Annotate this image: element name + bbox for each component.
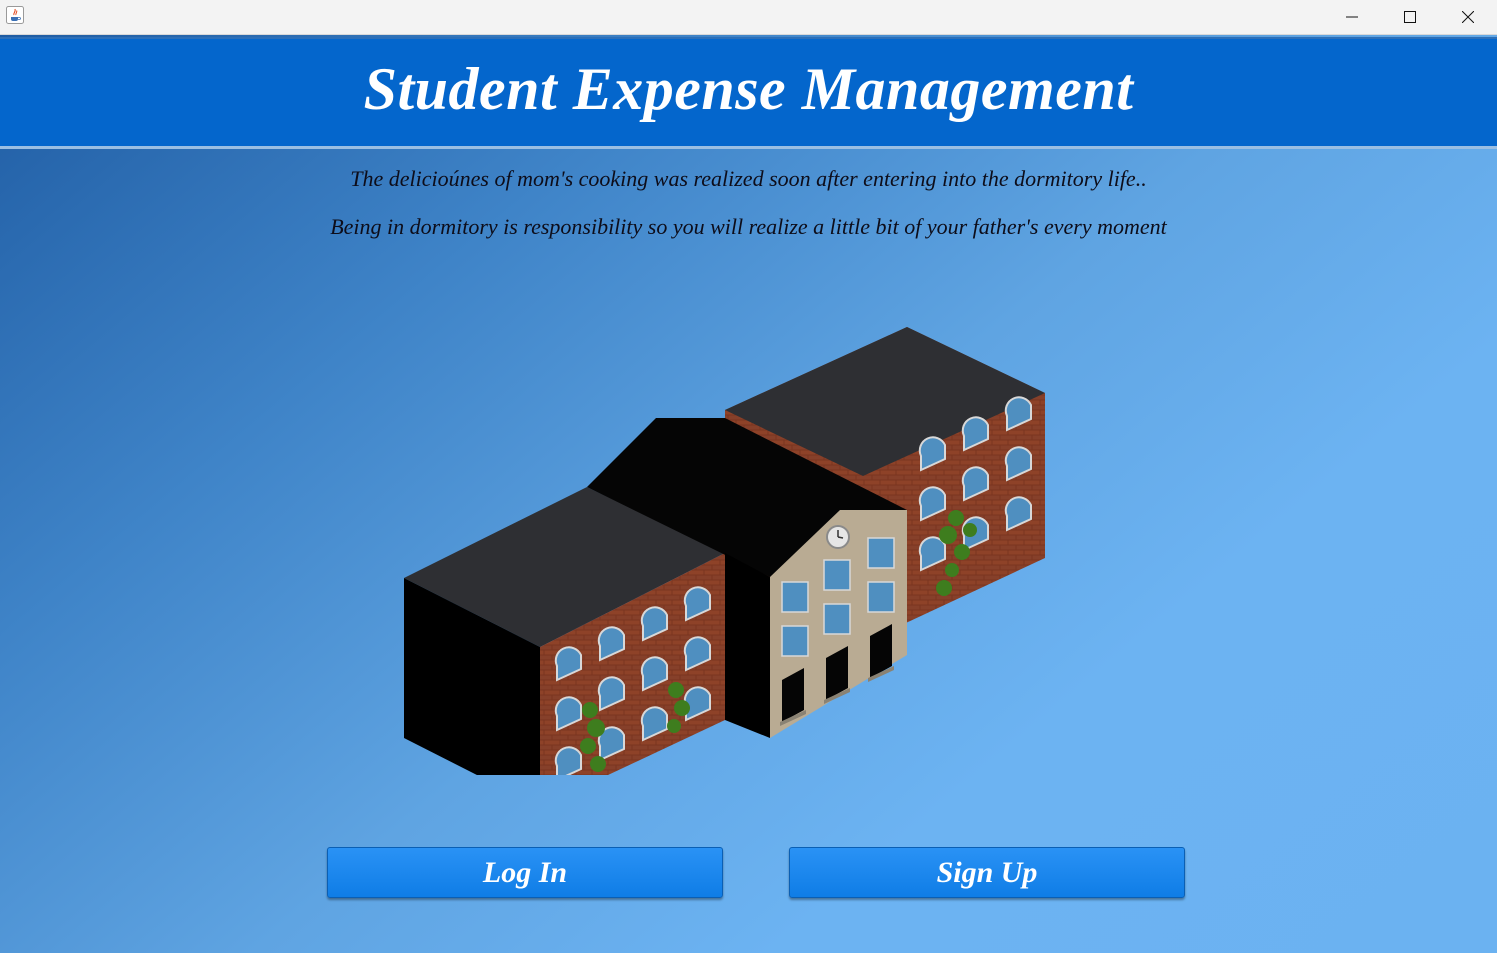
app-window: Student Expense Management The delicioún… bbox=[0, 0, 1497, 953]
app-title: Student Expense Management bbox=[363, 56, 1134, 122]
tagline-2: Being in dormitory is responsibility so … bbox=[330, 214, 1167, 239]
minimize-button[interactable] bbox=[1323, 0, 1381, 34]
maximize-button[interactable] bbox=[1381, 0, 1439, 34]
tagline-1: The delicioúnes of mom's cooking was rea… bbox=[350, 166, 1147, 191]
title-banner: Student Expense Management bbox=[0, 37, 1497, 149]
signup-button[interactable]: Sign Up bbox=[789, 847, 1185, 898]
login-button[interactable]: Log In bbox=[327, 847, 723, 898]
maximize-icon bbox=[1404, 11, 1416, 23]
java-app-icon bbox=[6, 6, 24, 24]
window-titlebar bbox=[0, 0, 1497, 35]
close-icon bbox=[1462, 11, 1474, 23]
dormitory-building-icon bbox=[404, 327, 1045, 775]
close-button[interactable] bbox=[1439, 0, 1497, 34]
main-panel: Student Expense Management The delicioún… bbox=[0, 35, 1497, 953]
minimize-icon bbox=[1346, 16, 1358, 18]
